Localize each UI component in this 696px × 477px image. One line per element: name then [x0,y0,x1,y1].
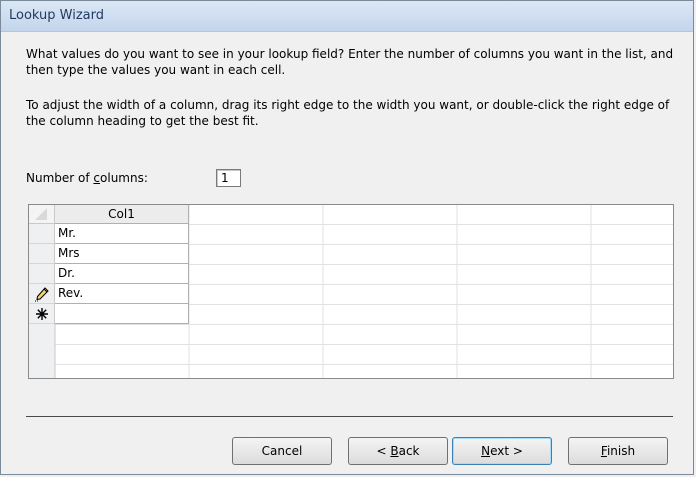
table-row: Dr. [29,264,189,284]
lookup-wizard-window: Lookup Wizard What values do you want to… [0,0,694,475]
label-part: Number of [26,171,94,185]
row-selector[interactable] [29,244,55,264]
value-cell[interactable]: Mrs [55,244,189,264]
select-all-corner[interactable] [29,205,55,224]
title-bar[interactable]: Lookup Wizard [1,1,693,32]
number-of-columns-label: Number of columns: [26,171,148,185]
lookup-values-grid[interactable]: Col1 Mr. Mrs Dr. Rev. [28,204,674,379]
button-label-part: ack [398,444,420,458]
label-part: olumns: [100,171,148,185]
button-label-part: inish [606,444,636,458]
empty-selector-strip [29,324,55,378]
corner-triangle-icon [35,208,47,220]
new-record-icon [35,308,48,320]
table-row: Rev. [29,284,189,304]
instruction-text-values: What values do you want to see in your l… [26,47,674,77]
row-selector-editing[interactable] [29,284,55,304]
value-cell[interactable]: Mr. [55,224,189,244]
button-accelerator: N [481,444,491,458]
number-of-columns-input[interactable]: 1 [216,169,241,187]
finish-button[interactable]: Finish [568,437,668,465]
instruction-text-width: To adjust the width of a column, drag it… [26,98,670,128]
row-selector[interactable] [29,224,55,244]
row-selector[interactable] [29,264,55,284]
grid-rows: Mr. Mrs Dr. Rev. [29,224,189,324]
new-value-cell[interactable] [55,304,189,324]
button-label-part: ext > [490,444,523,458]
value-cell[interactable]: Rev. [55,284,189,304]
next-button[interactable]: Next > [452,437,552,465]
table-row [29,304,189,324]
button-separator [26,416,673,417]
value-cell[interactable]: Dr. [55,264,189,284]
column-header-col1[interactable]: Col1 [55,205,189,224]
window-title: Lookup Wizard [9,8,105,23]
table-row: Mr. [29,224,189,244]
back-button[interactable]: < Back [348,437,448,465]
cancel-button[interactable]: Cancel [232,437,332,465]
pencil-icon [34,287,49,302]
row-selector-new[interactable] [29,304,55,324]
button-label-part: < [376,444,391,458]
table-row: Mrs [29,244,189,264]
button-accelerator: B [390,444,399,458]
